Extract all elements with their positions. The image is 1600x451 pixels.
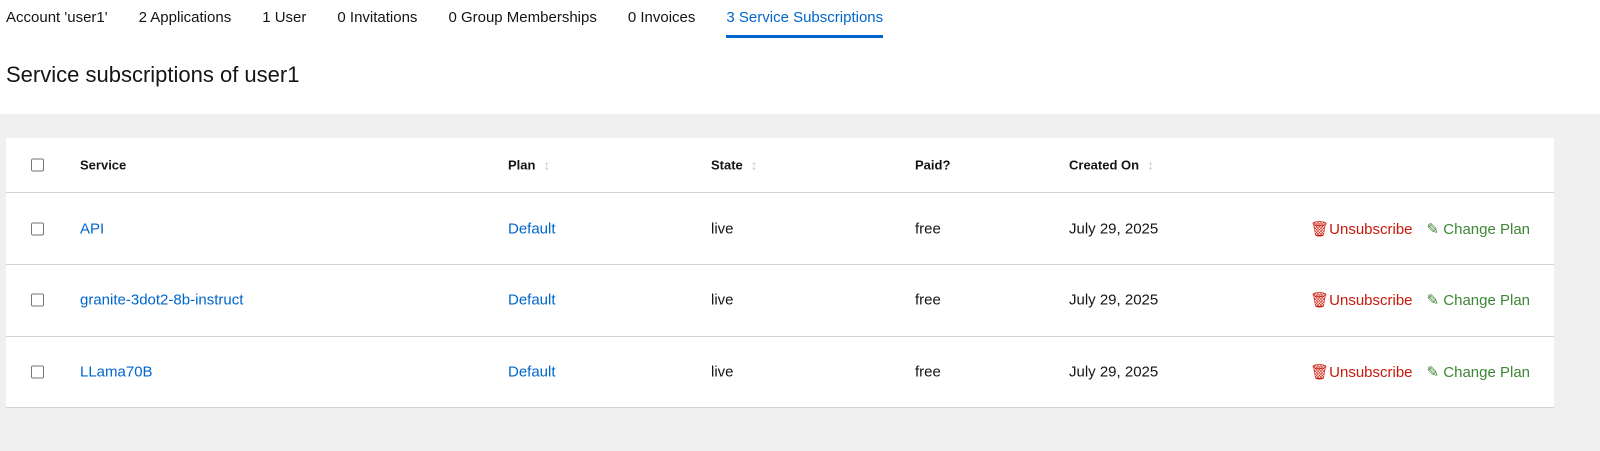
table-row: granite-3dot2-8b-instruct Default live f… [6, 265, 1554, 337]
row-checkbox[interactable] [31, 293, 44, 307]
sort-icon[interactable]: ↕ [751, 158, 758, 173]
unsubscribe-label: Unsubscribe [1329, 220, 1413, 238]
pencil-icon: ✎ [1426, 220, 1444, 238]
plan-link[interactable]: Default [508, 220, 556, 237]
change-plan-label: Change Plan [1443, 220, 1530, 238]
service-link[interactable]: granite-3dot2-8b-instruct [80, 292, 243, 309]
plan-link[interactable]: Default [508, 292, 556, 309]
header-created[interactable]: Created On ↕ [1069, 158, 1154, 173]
trash-icon: 🗑 [1310, 292, 1330, 310]
tab-group-memberships[interactable]: 0 Group Memberships [448, 0, 596, 38]
created-value: July 29, 2025 [1069, 363, 1159, 381]
trash-icon: 🗑 [1310, 363, 1330, 381]
header-created-label: Created On [1069, 157, 1140, 173]
row-checkbox[interactable] [31, 365, 44, 379]
state-value: live [711, 363, 734, 381]
tab-invoices[interactable]: 0 Invoices [628, 0, 696, 38]
tab-users[interactable]: 1 User [262, 0, 306, 38]
row-actions: 🗑Unsubscribe ✎ Change Plan [1310, 220, 1530, 238]
table-row: API Default live free July 29, 2025 🗑Uns… [6, 193, 1554, 265]
sort-icon[interactable]: ↕ [543, 158, 550, 173]
header-plan-label: Plan [508, 157, 536, 173]
change-plan-button[interactable]: ✎ Change Plan [1427, 363, 1530, 381]
paid-value: free [915, 220, 941, 237]
change-plan-label: Change Plan [1443, 292, 1530, 310]
plan-link[interactable]: Default [508, 363, 556, 380]
tab-service-subscriptions[interactable]: 3 Service Subscriptions [726, 0, 884, 38]
pencil-icon: ✎ [1426, 363, 1444, 381]
created-value: July 29, 2025 [1069, 220, 1159, 237]
pencil-icon: ✎ [1426, 292, 1444, 310]
tabs: Account 'user1' 2 Applications 1 User 0 … [6, 0, 914, 38]
change-plan-button[interactable]: ✎ Change Plan [1427, 220, 1530, 238]
unsubscribe-button[interactable]: 🗑Unsubscribe [1310, 291, 1412, 309]
select-all-checkbox[interactable] [31, 158, 44, 172]
header-plan[interactable]: Plan ↕ [508, 158, 550, 173]
subscriptions-table: Service Plan ↕ State ↕ Paid? Created On ↕ A… [6, 138, 1554, 409]
paid-value: free [915, 291, 941, 309]
header-state-label: State [711, 157, 743, 173]
row-checkbox[interactable] [31, 222, 44, 235]
paid-value: free [915, 363, 941, 381]
sort-icon[interactable]: ↕ [1147, 158, 1154, 173]
page-title: Service subscriptions of user1 [6, 62, 300, 87]
unsubscribe-button[interactable]: 🗑Unsubscribe [1310, 220, 1412, 238]
page-header: Account 'user1' 2 Applications 1 User 0 … [0, 0, 1600, 114]
table-row: LLama70B Default live free July 29, 2025… [6, 336, 1554, 409]
service-link[interactable]: API [80, 220, 104, 237]
header-state[interactable]: State ↕ [711, 158, 757, 173]
change-plan-button[interactable]: ✎ Change Plan [1427, 291, 1530, 309]
unsubscribe-label: Unsubscribe [1329, 363, 1413, 381]
tab-account[interactable]: Account 'user1' [6, 0, 108, 38]
row-actions: 🗑Unsubscribe ✎ Change Plan [1310, 291, 1530, 309]
unsubscribe-label: Unsubscribe [1329, 292, 1413, 310]
tab-invitations[interactable]: 0 Invitations [337, 0, 417, 38]
trash-icon: 🗑 [1310, 220, 1330, 238]
state-value: live [711, 291, 734, 309]
tab-applications[interactable]: 2 Applications [139, 0, 232, 38]
header-service[interactable]: Service [80, 158, 126, 173]
header-paid: Paid? [915, 157, 951, 173]
unsubscribe-button[interactable]: 🗑Unsubscribe [1310, 363, 1412, 381]
created-value: July 29, 2025 [1069, 291, 1159, 309]
row-actions: 🗑Unsubscribe ✎ Change Plan [1310, 363, 1530, 381]
table-header: Service Plan ↕ State ↕ Paid? Created On ↕ [6, 138, 1554, 193]
service-link[interactable]: LLama70B [80, 363, 153, 380]
state-value: live [711, 220, 734, 237]
change-plan-label: Change Plan [1443, 363, 1530, 381]
